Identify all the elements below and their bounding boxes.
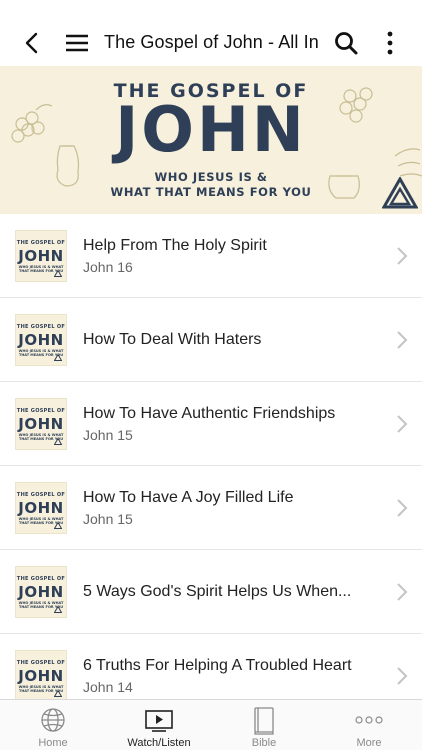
list-item-subtitle: John 14 [83, 679, 133, 695]
chevron-right-icon [397, 247, 408, 265]
list-item-title: Help From The Holy Spirit [83, 237, 267, 254]
list-item-title: 6 Truths For Helping A Troubled Heart [83, 657, 352, 674]
list-item[interactable]: THE GOSPEL OF JOHN WHO JESUS IS & WHAT T… [0, 466, 422, 550]
logo-mark-icon [54, 522, 62, 529]
tab-label: Bible [251, 737, 277, 749]
chevron-right-icon [397, 583, 408, 601]
sermon-thumbnail: THE GOSPEL OF JOHN WHO JESUS IS & WHAT T… [15, 398, 67, 450]
globe-icon [41, 708, 65, 732]
logo-mark-icon [54, 270, 62, 277]
list-item-title: 5 Ways God's Spirit Helps Us When... [83, 583, 352, 600]
page-title: The Gospel of John - All In [104, 32, 319, 52]
status-bar [0, 0, 422, 20]
chevron-right-icon [397, 415, 408, 433]
chevron-right-icon [397, 499, 408, 517]
book-icon [254, 707, 274, 735]
banner-title: JOHN [115, 93, 307, 166]
church-logo-icon [382, 177, 418, 209]
list-item[interactable]: THE GOSPEL OF JOHN WHO JESUS IS & WHAT T… [0, 214, 422, 298]
sermon-thumbnail: THE GOSPEL OF JOHN WHO JESUS IS & WHAT T… [15, 230, 67, 282]
top-navigation-bar: The Gospel of John - All In [0, 20, 422, 66]
series-banner: THE GOSPEL OF JOHN WHO JESUS IS & WHAT T… [0, 66, 422, 214]
more-options-icon[interactable] [377, 29, 403, 57]
tab-more[interactable]: More [316, 700, 422, 750]
list-item-subtitle: John 16 [83, 259, 133, 275]
sermon-thumbnail: THE GOSPEL OF JOHN WHO JESUS IS & WHAT T… [15, 482, 67, 534]
bottom-tab-bar: Home Watch/Listen Bible More [0, 699, 422, 750]
back-arrow-icon[interactable] [18, 29, 46, 57]
play-icon [145, 710, 173, 732]
list-item-title: How To Have A Joy Filled Life [83, 489, 294, 506]
chevron-right-icon [397, 331, 408, 349]
list-item-subtitle: John 15 [83, 511, 133, 527]
tab-watch-listen[interactable]: Watch/Listen [106, 700, 212, 750]
logo-mark-icon [54, 606, 62, 613]
tab-home[interactable]: Home [0, 700, 106, 750]
list-item[interactable]: THE GOSPEL OF JOHN WHO JESUS IS & WHAT T… [0, 298, 422, 382]
more-icon [355, 716, 383, 724]
sermon-thumbnail: THE GOSPEL OF JOHN WHO JESUS IS & WHAT T… [15, 650, 67, 702]
sermon-list: THE GOSPEL OF JOHN WHO JESUS IS & WHAT T… [0, 214, 422, 718]
logo-mark-icon [54, 438, 62, 445]
sermon-thumbnail: THE GOSPEL OF JOHN WHO JESUS IS & WHAT T… [15, 314, 67, 366]
sermon-thumbnail: THE GOSPEL OF JOHN WHO JESUS IS & WHAT T… [15, 566, 67, 618]
list-item-title: How To Deal With Haters [83, 331, 262, 348]
search-icon[interactable] [332, 29, 360, 57]
list-item[interactable]: THE GOSPEL OF JOHN WHO JESUS IS & WHAT T… [0, 382, 422, 466]
list-item-subtitle: John 15 [83, 427, 133, 443]
tab-bible[interactable]: Bible [211, 700, 317, 750]
list-item[interactable]: THE GOSPEL OF JOHN WHO JESUS IS & WHAT T… [0, 550, 422, 634]
hamburger-menu-icon[interactable] [63, 29, 91, 57]
banner-subtitle-line1: WHO JESUS IS & [154, 170, 268, 184]
chevron-right-icon [397, 667, 408, 685]
tab-label: Home [38, 737, 68, 749]
logo-mark-icon [54, 354, 62, 361]
tab-label: More [356, 737, 382, 749]
list-item-title: How To Have Authentic Friendships [83, 405, 336, 422]
tab-label: Watch/Listen [127, 737, 191, 749]
banner-subtitle-line2: WHAT THAT MEANS FOR YOU [110, 185, 312, 199]
logo-mark-icon [54, 690, 62, 697]
